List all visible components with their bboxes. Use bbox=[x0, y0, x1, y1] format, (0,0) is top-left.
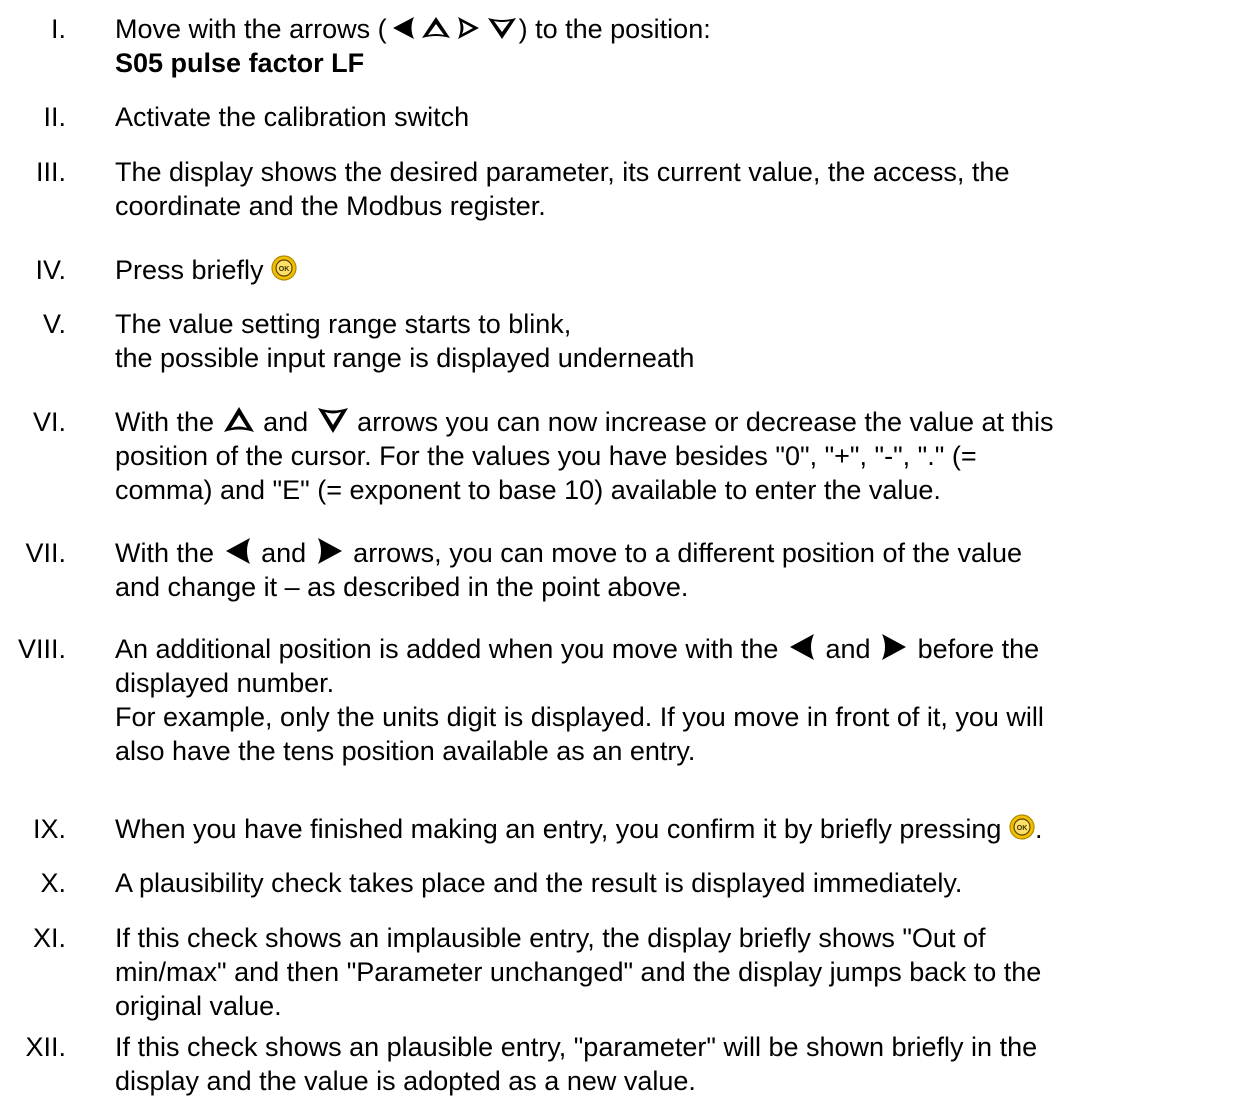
step-text: min/max" and then "Parameter unchanged" … bbox=[115, 957, 1042, 987]
step-text: display and the value is adopted as a ne… bbox=[115, 1066, 696, 1096]
step-text: and bbox=[261, 538, 307, 568]
step-text: and bbox=[825, 634, 871, 664]
svg-text:OK: OK bbox=[279, 266, 290, 273]
step-number: IX. bbox=[32, 814, 66, 844]
arrow-left-icon bbox=[789, 634, 814, 660]
step-text: Press briefly bbox=[115, 255, 264, 285]
step-number: III. bbox=[35, 157, 66, 187]
arrow-down-icon bbox=[487, 18, 516, 39]
step-text: before the bbox=[917, 634, 1040, 664]
step-text: arrows, you can move to a different posi… bbox=[353, 538, 1023, 568]
step-number: VII. bbox=[25, 538, 66, 568]
step-text: If this check shows an plausible entry, … bbox=[115, 1032, 1038, 1062]
step-text: A plausibility check takes place and the… bbox=[115, 868, 963, 898]
arrow-right-icon bbox=[457, 17, 479, 39]
step-number: V. bbox=[42, 309, 66, 339]
step-text: position of the cursor. For the values y… bbox=[115, 441, 977, 471]
step-text: With the bbox=[115, 538, 215, 568]
step-text: and change it – as described in the poin… bbox=[115, 572, 689, 602]
step-text: comma) and "E" (= exponent to base 10) a… bbox=[115, 475, 941, 505]
step-text: Activate the calibration switch bbox=[115, 102, 470, 132]
step-text: For example, only the units digit is dis… bbox=[115, 702, 1044, 732]
step-number: X. bbox=[40, 868, 66, 898]
step-number: XI. bbox=[32, 923, 66, 953]
step-text: When you have finished making an entry, … bbox=[115, 814, 1002, 844]
step-text: coordinate and the Modbus register. bbox=[115, 191, 546, 221]
step-text: the possible input range is displayed un… bbox=[115, 343, 695, 373]
step-text: ) to the position: bbox=[518, 14, 711, 44]
step-text: The display shows the desired parameter,… bbox=[115, 157, 1010, 187]
arrow-up-icon bbox=[421, 17, 450, 38]
arrow-right-icon bbox=[317, 538, 342, 564]
ok-button-icon: OK bbox=[1009, 814, 1035, 840]
step-text: . bbox=[1034, 814, 1043, 844]
step-number: VIII. bbox=[17, 634, 66, 664]
step-text: arrows you can now increase or decrease … bbox=[357, 407, 1054, 437]
arrow-left-icon bbox=[225, 538, 250, 564]
arrow-down-icon bbox=[317, 408, 348, 433]
step-target: S05 pulse factor LF bbox=[115, 48, 365, 78]
step-text: The value setting range starts to blink, bbox=[115, 309, 572, 339]
arrow-left-icon bbox=[392, 17, 414, 39]
step-text: displayed number. bbox=[115, 668, 335, 698]
arrow-up-icon bbox=[223, 407, 254, 432]
step-number: VI. bbox=[32, 407, 66, 437]
step-text: With the bbox=[115, 407, 215, 437]
step-text: If this check shows an implausible entry… bbox=[115, 923, 986, 953]
step-text: original value. bbox=[115, 991, 282, 1021]
step-text: also have the tens position available as… bbox=[115, 736, 696, 766]
step-number: II. bbox=[43, 102, 66, 132]
ok-button-icon: OK bbox=[271, 255, 297, 281]
step-number: XII. bbox=[25, 1032, 66, 1062]
step-number: IV. bbox=[35, 255, 66, 285]
step-text: Move with the arrows ( bbox=[115, 14, 387, 44]
svg-text:OK: OK bbox=[1017, 825, 1028, 832]
step-text: An additional position is added when you… bbox=[115, 634, 779, 664]
arrow-right-icon bbox=[882, 634, 907, 660]
step-number: I. bbox=[50, 14, 66, 44]
step-text: and bbox=[263, 407, 309, 437]
